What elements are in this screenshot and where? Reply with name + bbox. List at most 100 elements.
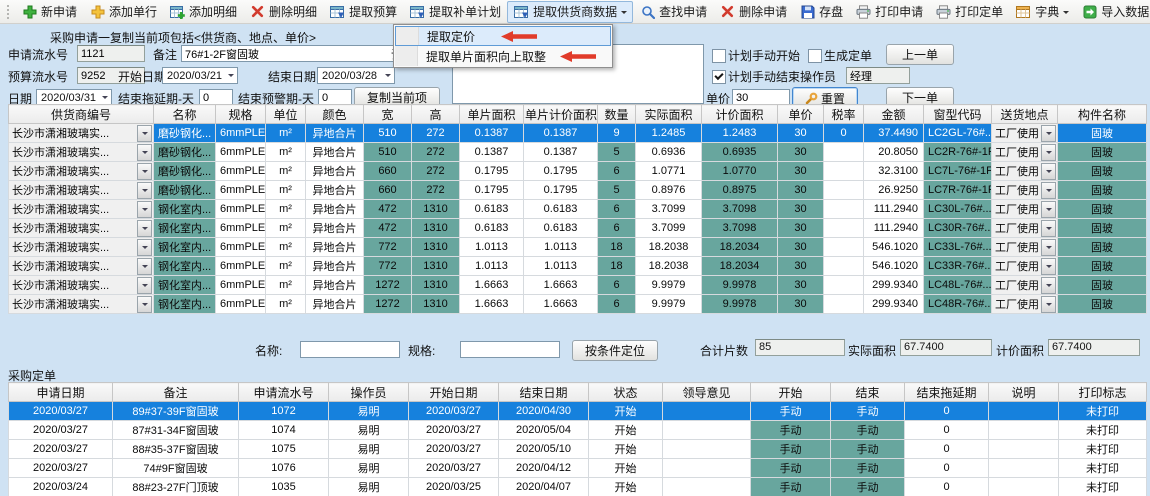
table-row[interactable]: 长沙市潇湘玻璃实...钢化室内...6mmPLE...m²异地合片7721310… — [9, 238, 1147, 257]
generate-order-checkbox[interactable] — [808, 49, 822, 63]
add-single-row-button[interactable]: 添加单行 — [83, 1, 163, 23]
dropdown-button[interactable] — [137, 182, 152, 199]
dictionary-button[interactable]: 字典 — [1009, 1, 1075, 23]
extract-supplement-plan-button[interactable]: 提取补单计划 — [403, 1, 507, 23]
column-header[interactable]: 供货商编号 — [9, 105, 154, 124]
column-header[interactable]: 开始 — [751, 383, 831, 402]
column-header[interactable]: 结束 — [831, 383, 905, 402]
save-button[interactable]: 存盘 — [793, 1, 849, 23]
previous-order-button[interactable]: 上一单 — [886, 44, 954, 65]
cell: 3.7098 — [702, 219, 778, 238]
end-date-picker[interactable]: 2020/03/28 — [317, 67, 395, 84]
column-header[interactable]: 税率 — [824, 105, 864, 124]
column-header[interactable]: 申请日期 — [9, 383, 113, 402]
extract-budget-button[interactable]: 提取预算 — [323, 1, 403, 23]
table-row[interactable]: 长沙市潇湘玻璃实...钢化室内...6mmPLE...m²异地合片1272131… — [9, 276, 1147, 295]
locate-by-condition-button[interactable]: 按条件定位 — [572, 340, 658, 361]
dropdown-button[interactable] — [137, 163, 152, 180]
print-order-button[interactable]: 打印定单 — [929, 1, 1009, 23]
column-header[interactable]: 单片面积 — [460, 105, 524, 124]
toolbar-grip[interactable] — [7, 5, 9, 19]
table-row[interactable]: 长沙市潇湘玻璃实...磨砂钢化...6mmPLE...m²异地合片5102720… — [9, 143, 1147, 162]
delete-detail-button[interactable]: 删除明细 — [243, 1, 323, 23]
cell: 固玻 — [1058, 238, 1147, 257]
table-row[interactable]: 长沙市潇湘玻璃实...磨砂钢化...6mmPLE...m²异地合片6602720… — [9, 162, 1147, 181]
dropdown-button[interactable] — [1041, 239, 1056, 256]
plan-manual-end-checkbox[interactable] — [712, 70, 726, 84]
dropdown-button[interactable] — [137, 201, 152, 218]
cell: 299.9340 — [864, 295, 924, 314]
dropdown-button[interactable] — [1041, 220, 1056, 237]
table-row[interactable]: 长沙市潇湘玻璃实...磨砂钢化...6mmPLE...m²异地合片6602720… — [9, 181, 1147, 200]
table-row[interactable]: 2020/03/2774#9F窗固玻1076易明2020/03/272020/0… — [9, 459, 1147, 478]
dropdown-button[interactable] — [137, 277, 152, 294]
dropdown-button[interactable] — [137, 296, 152, 313]
cell: 0.1795 — [460, 162, 524, 181]
add-detail-button[interactable]: 添加明细 — [163, 1, 243, 23]
column-header[interactable]: 申请流水号 — [239, 383, 329, 402]
dropdown-button[interactable] — [137, 258, 152, 275]
column-header[interactable]: 结束日期 — [499, 383, 589, 402]
dropdown-button[interactable] — [137, 239, 152, 256]
dropdown-button[interactable] — [137, 125, 152, 142]
column-header[interactable]: 计价面积 — [702, 105, 778, 124]
new-application-button[interactable]: 新申请 — [15, 1, 83, 23]
extract-supplier-data-button[interactable]: 提取供货商数据 — [507, 1, 633, 23]
dropdown-button[interactable] — [137, 220, 152, 237]
import-data-button[interactable]: 导入数据 — [1075, 1, 1150, 23]
operator-input[interactable] — [846, 67, 910, 84]
column-header[interactable]: 数量 — [598, 105, 636, 124]
cell: 1076 — [239, 459, 329, 478]
column-header[interactable]: 操作员 — [329, 383, 409, 402]
column-header[interactable]: 状态 — [589, 383, 663, 402]
dropdown-button[interactable] — [1041, 163, 1056, 180]
column-header[interactable]: 构件名称 — [1058, 105, 1147, 124]
column-header[interactable]: 高 — [412, 105, 460, 124]
table-row[interactable]: 2020/03/2488#23-27F门顶玻1035易明2020/03/2520… — [9, 478, 1147, 496]
name-filter-input[interactable] — [300, 341, 400, 358]
dropdown-button[interactable] — [1041, 277, 1056, 294]
table-row[interactable]: 长沙市潇湘玻璃实...钢化室内...6mmPLE...m²异地合片1272131… — [9, 295, 1147, 314]
column-header[interactable]: 备注 — [113, 383, 239, 402]
dropdown-button[interactable] — [1041, 296, 1056, 313]
column-header[interactable]: 说明 — [989, 383, 1059, 402]
plan-manual-start-checkbox[interactable] — [712, 49, 726, 63]
table-row[interactable]: 2020/03/2789#37-39F窗固玻1072易明2020/03/2720… — [9, 402, 1147, 421]
column-header[interactable]: 窗型代码 — [924, 105, 992, 124]
find-application-button[interactable]: 查找申请 — [633, 1, 713, 23]
menu-item[interactable]: 提取定价 — [395, 26, 611, 46]
start-date-picker[interactable]: 2020/03/21 — [162, 67, 238, 84]
column-header[interactable]: 单片计价面积 — [524, 105, 598, 124]
dropdown-button[interactable] — [1041, 201, 1056, 218]
table-row[interactable]: 长沙市潇湘玻璃实...钢化室内...6mmPLE...m²异地合片4721310… — [9, 219, 1147, 238]
menu-item[interactable]: 提取单片面积向上取整 — [395, 46, 611, 66]
column-header[interactable]: 结束拖延期 — [905, 383, 989, 402]
column-header[interactable]: 单位 — [266, 105, 306, 124]
dropdown-button[interactable] — [137, 144, 152, 161]
column-header[interactable]: 规格 — [216, 105, 266, 124]
table-row[interactable]: 2020/03/2787#31-34F窗固玻1074易明2020/03/2720… — [9, 421, 1147, 440]
column-header[interactable]: 宽 — [364, 105, 412, 124]
table-row[interactable]: 长沙市潇湘玻璃实...钢化室内...6mmPLE...m²异地合片4721310… — [9, 200, 1147, 219]
column-header[interactable]: 金额 — [864, 105, 924, 124]
column-header[interactable]: 名称 — [154, 105, 216, 124]
column-header[interactable]: 送货地点 — [992, 105, 1058, 124]
dropdown-button[interactable] — [1041, 125, 1056, 142]
column-header[interactable]: 单价 — [778, 105, 824, 124]
table-row[interactable]: 长沙市潇湘玻璃实...钢化室内...6mmPLE...m²异地合片7721310… — [9, 257, 1147, 276]
column-header[interactable]: 领导意见 — [663, 383, 751, 402]
cell: 0.6183 — [524, 200, 598, 219]
cell: 9.9979 — [636, 295, 702, 314]
dropdown-button[interactable] — [1041, 182, 1056, 199]
delete-application-button[interactable]: 删除申请 — [713, 1, 793, 23]
column-header[interactable]: 开始日期 — [409, 383, 499, 402]
column-header[interactable]: 打印标志 — [1059, 383, 1147, 402]
table-row[interactable]: 长沙市潇湘玻璃实...磨砂钢化...6mmPLE...m²异地合片5102720… — [9, 124, 1147, 143]
spec-filter-input[interactable] — [460, 341, 560, 358]
dropdown-button[interactable] — [1041, 258, 1056, 275]
column-header[interactable]: 实际面积 — [636, 105, 702, 124]
print-application-button[interactable]: 打印申请 — [849, 1, 929, 23]
dropdown-button[interactable] — [1041, 144, 1056, 161]
table-row[interactable]: 2020/03/2788#35-37F窗固玻1075易明2020/03/2720… — [9, 440, 1147, 459]
column-header[interactable]: 颜色 — [306, 105, 364, 124]
